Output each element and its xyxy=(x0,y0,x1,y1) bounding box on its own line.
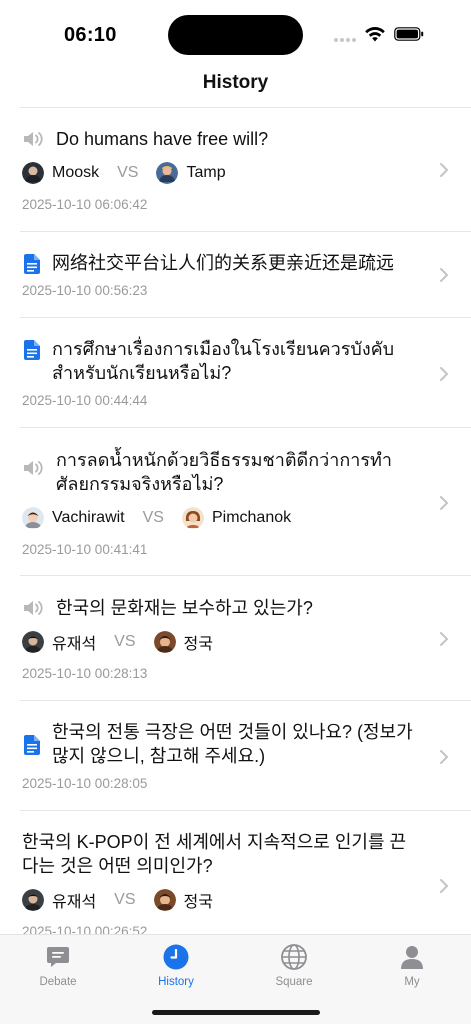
tab-my[interactable]: My xyxy=(372,943,452,988)
document-icon xyxy=(24,254,40,274)
item-date: 2025-10-10 00:28:13 xyxy=(22,666,148,681)
history-item[interactable]: 한국의 K-POP이 전 세계에서 지속적으로 인기를 끈다는 것은 어떤 의미… xyxy=(0,811,471,934)
item-date: 2025-10-10 06:06:42 xyxy=(22,197,148,212)
tab-label: Debate xyxy=(39,976,77,988)
participants-row: 유재석 VS 정국 xyxy=(22,630,213,654)
participant-name: Tamp xyxy=(186,164,226,181)
item-date: 2025-10-10 00:41:41 xyxy=(22,542,148,557)
avatar xyxy=(22,631,44,653)
chevron-right-icon xyxy=(440,496,448,510)
status-time: 06:10 xyxy=(64,24,117,46)
vs-label: VS xyxy=(114,891,136,908)
speaker-icon xyxy=(24,601,43,615)
chat-icon xyxy=(47,947,69,967)
participants-row: Moosk VS Tamp xyxy=(22,161,226,185)
avatar xyxy=(22,507,44,529)
status-bar: 06:10 xyxy=(0,0,471,62)
participant-name: Moosk xyxy=(52,164,100,181)
item-title: 한국의 K-POP이 전 세계에서 지속적으로 인기를 끈다는 것은 어떤 의미… xyxy=(22,832,407,876)
document-icon xyxy=(24,340,40,360)
clock-icon xyxy=(163,944,189,970)
item-title: 网络社交平台让人们的关系更亲近还是疏远 xyxy=(52,253,394,273)
item-date: 2025-10-10 00:44:44 xyxy=(22,393,148,408)
history-item[interactable]: 한국의 문화재는 보수하고 있는가? 유재석 VS 정국 2025-10-10 … xyxy=(0,576,471,701)
avatar xyxy=(22,889,44,911)
item-title: 한국의 문화재는 보수하고 있는가? xyxy=(56,598,313,618)
tab-history[interactable]: History xyxy=(136,943,216,988)
participant-name: Vachirawit xyxy=(52,509,125,526)
participants-row: 유재석 VS 정국 xyxy=(22,888,213,912)
avatar xyxy=(22,162,44,184)
chevron-right-icon xyxy=(440,367,448,381)
history-item[interactable]: Do humans have free will? Moosk VS Tamp … xyxy=(0,108,471,232)
chevron-right-icon xyxy=(440,632,448,646)
history-item[interactable]: การลดน้ำหนักด้วยวิธีธรรมชาติดีกว่าการทำศ… xyxy=(0,428,471,576)
person-icon xyxy=(401,946,423,969)
tab-label: My xyxy=(404,976,420,988)
vs-label: VS xyxy=(142,509,164,526)
avatar xyxy=(153,889,176,911)
chevron-right-icon xyxy=(440,879,448,893)
cellular-signal-icon xyxy=(334,38,356,42)
item-date: 2025-10-10 00:26:52 xyxy=(22,924,148,934)
avatar xyxy=(156,162,179,184)
participant-name: 유재석 xyxy=(52,894,97,911)
tab-square[interactable]: Square xyxy=(254,943,334,988)
document-icon xyxy=(24,735,40,755)
chevron-right-icon xyxy=(440,163,448,177)
avatar xyxy=(181,507,204,529)
wifi-icon xyxy=(365,26,385,42)
item-date: 2025-10-10 00:56:23 xyxy=(22,283,148,298)
tab-label: History xyxy=(158,976,194,988)
history-list: Do humans have free will? Moosk VS Tamp … xyxy=(0,108,471,934)
tab-label: Square xyxy=(275,976,313,988)
globe-icon xyxy=(281,944,307,970)
chevron-right-icon xyxy=(440,750,448,764)
item-title: 한국의 전통 극장은 어떤 것들이 있나요? (정보가 많지 않으니, 참고해 … xyxy=(52,722,413,766)
item-title: การศึกษาเรื่องการเมืองในโรงเรียนควรบังคั… xyxy=(52,339,395,383)
history-item[interactable]: 网络社交平台让人们的关系更亲近还是疏远 2025-10-10 00:56:23 xyxy=(0,232,471,318)
item-date: 2025-10-10 00:28:05 xyxy=(22,776,148,791)
page-title: History xyxy=(202,72,269,93)
item-title: การลดน้ำหนักด้วยวิธีธรรมชาติดีกว่าการทำศ… xyxy=(56,450,392,494)
participants-row: Vachirawit VS Pimchanok xyxy=(22,506,291,530)
history-item[interactable]: 한국의 전통 극장은 어떤 것들이 있나요? (정보가 많지 않으니, 참고해 … xyxy=(0,701,471,811)
vs-label: VS xyxy=(117,164,139,181)
home-indicator[interactable] xyxy=(152,1010,320,1015)
participant-name: Pimchanok xyxy=(211,509,292,526)
dynamic-island xyxy=(168,15,303,55)
vs-label: VS xyxy=(114,633,136,650)
history-item[interactable]: การศึกษาเรื่องการเมืองในโรงเรียนควรบังคั… xyxy=(0,318,471,428)
avatar xyxy=(153,631,176,653)
participant-name: 정국 xyxy=(183,894,213,911)
speaker-icon xyxy=(24,132,43,146)
item-title: Do humans have free will? xyxy=(56,129,269,149)
participant-name: 정국 xyxy=(183,636,213,653)
participant-name: 유재석 xyxy=(52,636,97,653)
speaker-icon xyxy=(24,461,43,475)
battery-icon xyxy=(394,27,424,41)
tab-debate[interactable]: Debate xyxy=(18,943,98,988)
chevron-right-icon xyxy=(440,268,448,282)
